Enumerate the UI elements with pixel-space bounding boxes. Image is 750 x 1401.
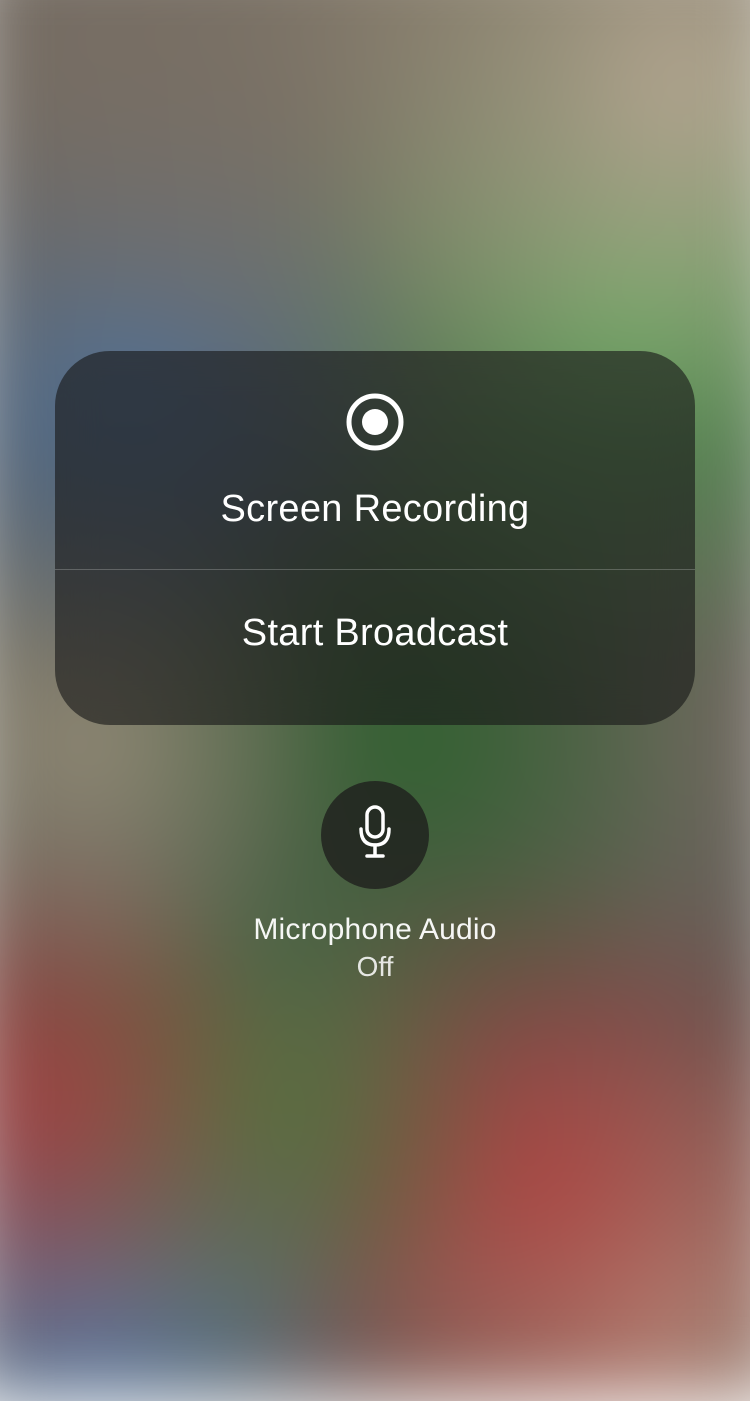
- microphone-label: Microphone Audio: [253, 913, 496, 947]
- control-overlay[interactable]: Screen Recording Start Broadcast Microph…: [0, 0, 750, 1334]
- action-label: Start Broadcast: [242, 612, 508, 655]
- microphone-toggle-button[interactable]: [321, 781, 429, 889]
- panel-header: Screen Recording: [55, 351, 695, 569]
- microphone-status: Off: [357, 951, 394, 983]
- record-icon: [346, 393, 404, 488]
- microphone-section: Microphone Audio Off: [253, 781, 496, 983]
- screen-recording-panel: Screen Recording Start Broadcast: [55, 351, 695, 725]
- start-broadcast-button[interactable]: Start Broadcast: [55, 570, 695, 725]
- microphone-icon: [355, 805, 395, 866]
- panel-title: Screen Recording: [221, 488, 530, 531]
